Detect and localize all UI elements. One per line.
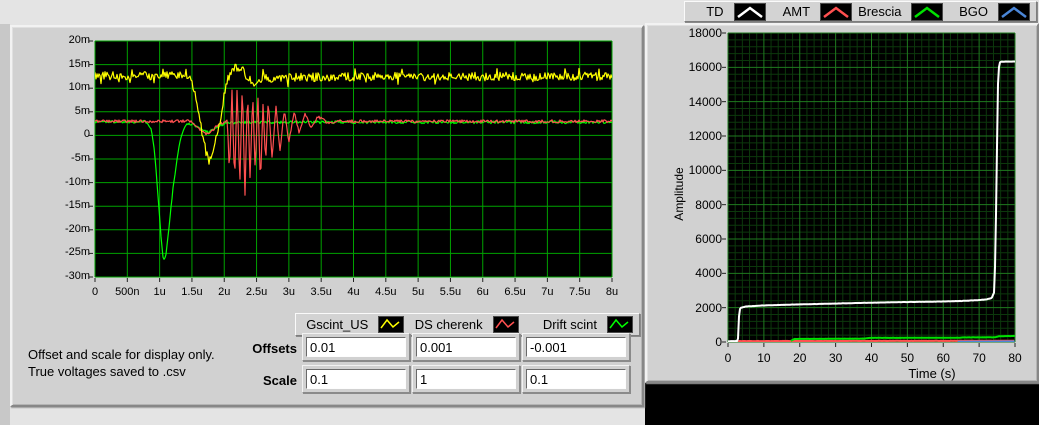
x-tick-label: 8u	[590, 286, 634, 298]
legend-item-td[interactable]: TD	[685, 3, 772, 21]
legend-label: AMT	[783, 4, 810, 19]
y-tick-label: 16000	[647, 60, 722, 74]
y-tick-label: 5m	[12, 105, 90, 117]
offset-input-1[interactable]	[306, 337, 406, 357]
legend-label: Gscint_US	[306, 317, 368, 332]
legend-item-gscint-us[interactable]: Gscint_US	[296, 316, 410, 333]
y-tick-label: 15m	[12, 58, 90, 70]
offset-input-2-frame	[412, 333, 520, 361]
y-tick-label: 0	[12, 128, 90, 140]
note-text: Offset and scale for display only. True …	[28, 346, 215, 380]
line-style-icon[interactable]	[820, 3, 852, 21]
legend-label: TD	[706, 4, 723, 19]
offset-input-3-frame	[522, 333, 630, 361]
y-tick-label: 0	[647, 335, 722, 349]
line-style-icon[interactable]	[607, 316, 633, 333]
offset-input-3[interactable]	[526, 337, 626, 357]
scale-input-3-frame	[522, 365, 630, 393]
y-tick-label: -25m	[12, 246, 90, 258]
bottom-black-area	[645, 383, 1039, 425]
y-tick-label: -15m	[12, 199, 90, 211]
y-axis-title: Amplitude	[672, 144, 686, 244]
y-tick-label: 10m	[12, 81, 90, 93]
offset-input-1-frame	[302, 333, 410, 361]
legend-item-ds-cherenk[interactable]: DS cherenk	[410, 316, 524, 333]
note-line-1: Offset and scale for display only.	[28, 346, 215, 363]
line-style-icon[interactable]	[911, 3, 943, 21]
y-tick-label: 12000	[647, 129, 722, 143]
amplitude-graph[interactable]: 1800016000140001200010000800060004000200…	[647, 25, 1037, 381]
legend-label: Drift scint	[543, 317, 597, 332]
y-tick-label: -5m	[12, 152, 90, 164]
note-line-2: True voltages saved to .csv	[28, 363, 215, 380]
line-style-icon[interactable]	[378, 316, 404, 333]
legend-item-bgo[interactable]: BGO	[949, 3, 1036, 21]
scale-input-2[interactable]	[416, 369, 516, 389]
offset-input-2[interactable]	[416, 337, 516, 357]
amplitude-panel: 1800016000140001200010000800060004000200…	[645, 23, 1039, 383]
window-edge	[0, 24, 10, 425]
legend-label: DS cherenk	[415, 317, 483, 332]
scale-input-1-frame	[302, 365, 410, 393]
y-tick-label: 4000	[647, 266, 722, 280]
line-style-icon[interactable]	[493, 316, 519, 333]
line-style-icon[interactable]	[734, 3, 766, 21]
y-tick-label: 18000	[647, 26, 722, 40]
scale-input-2-frame	[412, 365, 520, 393]
y-tick-label: -30m	[12, 270, 90, 282]
waveform-panel: 20m15m10m5m0-5m-10m-15m-20m-25m-30m0500n…	[10, 25, 644, 407]
legend-item-brescia[interactable]: Brescia	[858, 3, 949, 21]
amplitude-legend: TD AMT Brescia BGO	[684, 1, 1037, 22]
legend-label: Brescia	[858, 4, 901, 19]
legend-item-amt[interactable]: AMT	[772, 3, 859, 21]
y-tick-label: -10m	[12, 176, 90, 188]
x-axis-title: Time (s)	[872, 366, 992, 381]
legend-item-drift-scint[interactable]: Drift scint	[525, 316, 639, 333]
legend-label: BGO	[959, 4, 988, 19]
line-style-icon[interactable]	[998, 3, 1030, 21]
scale-input-3[interactable]	[526, 369, 626, 389]
y-tick-label: 14000	[647, 95, 722, 109]
y-tick-label: 2000	[647, 301, 722, 315]
scale-input-1[interactable]	[306, 369, 406, 389]
y-tick-label: 20m	[12, 34, 90, 46]
y-tick-label: -20m	[12, 223, 90, 235]
x-tick-label: 80	[993, 351, 1037, 365]
